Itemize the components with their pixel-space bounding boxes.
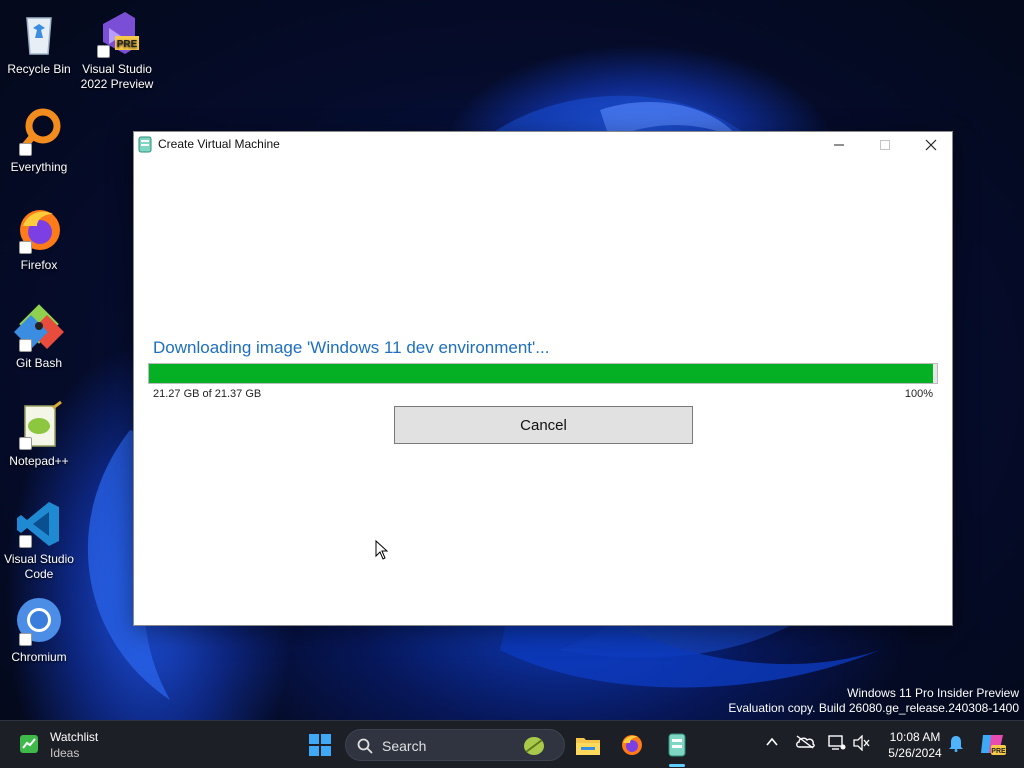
desktop-icon-visual-studio-code[interactable]: Visual Studio Code bbox=[0, 498, 78, 582]
widget-subtitle: Ideas bbox=[50, 746, 80, 760]
chevron-up-icon[interactable] bbox=[765, 735, 779, 749]
maximize-button[interactable] bbox=[862, 132, 908, 157]
stock-chart-icon bbox=[20, 735, 38, 753]
desktop-icon-notepad-plus-plus[interactable]: Notepad++ bbox=[0, 400, 78, 469]
dev-home-icon bbox=[668, 733, 686, 757]
clock-time: 10:08 AM bbox=[889, 730, 941, 744]
dev-home-app-icon bbox=[138, 136, 152, 153]
watermark-line-2: Evaluation copy. Build 26080.ge_release.… bbox=[728, 701, 1019, 715]
notepad-plus-plus-icon bbox=[13, 400, 65, 452]
close-button[interactable] bbox=[908, 132, 954, 157]
window-title: Create Virtual Machine bbox=[158, 137, 280, 151]
taskbar-search-box[interactable]: Search bbox=[345, 729, 565, 761]
close-icon bbox=[925, 139, 937, 150]
mouse-pointer-icon bbox=[375, 540, 389, 560]
create-vm-window: Create Virtual Machine Downloading image… bbox=[133, 131, 953, 626]
desktop-icon-label: Notepad++ bbox=[9, 454, 69, 468]
watermark-line-1: Windows 11 Pro Insider Preview bbox=[847, 686, 1019, 700]
shortcut-arrow-icon bbox=[19, 437, 32, 450]
firefox-icon bbox=[622, 735, 642, 755]
desktop-icon-visual-studio-2022-preview[interactable]: PRE Visual Studio 2022 Preview bbox=[78, 8, 156, 92]
shortcut-arrow-icon bbox=[19, 241, 32, 254]
active-app-indicator bbox=[669, 764, 685, 767]
desktop-icon-label: Visual Studio Code bbox=[4, 552, 74, 581]
maximize-icon bbox=[880, 139, 890, 150]
desktop-icon-label: Visual Studio 2022 Preview bbox=[80, 62, 154, 91]
cancel-button[interactable]: Cancel bbox=[394, 406, 693, 444]
search-highlight-icon bbox=[524, 737, 544, 755]
volume-muted-icon[interactable] bbox=[853, 735, 871, 751]
download-progress-bar bbox=[148, 363, 938, 384]
visual-studio-preview-icon: PRE bbox=[91, 8, 143, 60]
copilot-icon[interactable]: PRE bbox=[979, 731, 1007, 757]
shortcut-arrow-icon bbox=[19, 339, 32, 352]
network-icon[interactable] bbox=[828, 735, 846, 751]
shortcut-arrow-icon bbox=[97, 45, 110, 58]
file-explorer-icon bbox=[576, 738, 600, 755]
desktop-icon-label: Firefox bbox=[20, 258, 58, 272]
git-bash-icon bbox=[13, 302, 65, 354]
recycle-bin-icon bbox=[13, 8, 65, 60]
search-label: Search bbox=[382, 738, 427, 754]
widget-title: Watchlist bbox=[50, 730, 99, 744]
shortcut-arrow-icon bbox=[19, 535, 32, 548]
desktop-icon-everything[interactable]: Everything bbox=[0, 106, 78, 175]
everything-search-icon bbox=[13, 106, 65, 158]
taskbar-firefox[interactable] bbox=[614, 727, 650, 763]
search-icon bbox=[357, 738, 373, 754]
windows-start-icon bbox=[309, 734, 331, 756]
copilot-pre-badge: PRE bbox=[991, 748, 1006, 755]
taskbar: Watchlist Ideas Search 10:08 AM 5/26/202… bbox=[0, 720, 1024, 768]
taskbar-file-explorer[interactable] bbox=[570, 727, 606, 763]
pre-badge: PRE bbox=[117, 39, 138, 50]
vscode-icon bbox=[13, 498, 65, 550]
desktop-icon-git-bash[interactable]: Git Bash bbox=[0, 302, 78, 371]
desktop-icon-label: Everything bbox=[10, 160, 68, 174]
desktop-icon-firefox[interactable]: Firefox bbox=[0, 204, 78, 273]
desktop-icon-label: Chromium bbox=[11, 650, 67, 664]
window-titlebar[interactable]: Create Virtual Machine bbox=[134, 132, 952, 157]
desktop-icon-chromium[interactable]: Chromium bbox=[0, 596, 78, 665]
minimize-icon bbox=[834, 144, 844, 145]
firefox-icon bbox=[13, 204, 65, 256]
desktop-icon-label: Git Bash bbox=[15, 356, 63, 370]
desktop-icon-recycle-bin[interactable]: Recycle Bin bbox=[0, 8, 78, 77]
start-button[interactable] bbox=[302, 727, 338, 763]
weather-widget-button[interactable]: Watchlist Ideas bbox=[14, 729, 134, 763]
notification-bell-icon[interactable] bbox=[948, 734, 964, 752]
desktop-icon-label: Recycle Bin bbox=[7, 62, 71, 76]
download-size-text: 21.27 GB of 21.37 GB bbox=[153, 388, 262, 400]
minimize-button[interactable] bbox=[816, 132, 862, 157]
evaluation-watermark: Windows 11 Pro Insider Preview Evaluatio… bbox=[728, 686, 1019, 716]
shortcut-arrow-icon bbox=[19, 143, 32, 156]
taskbar-dev-home[interactable] bbox=[659, 727, 695, 763]
taskbar-clock[interactable]: 10:08 AM 5/26/2024 bbox=[870, 729, 960, 761]
download-percent-text: 100% bbox=[904, 388, 933, 400]
download-progress-fill bbox=[149, 364, 934, 383]
chromium-icon bbox=[13, 596, 65, 648]
shortcut-arrow-icon bbox=[19, 633, 32, 646]
onedrive-icon[interactable] bbox=[795, 735, 815, 749]
clock-date: 5/26/2024 bbox=[888, 746, 942, 760]
download-status-text: Downloading image 'Windows 11 dev enviro… bbox=[153, 338, 550, 357]
